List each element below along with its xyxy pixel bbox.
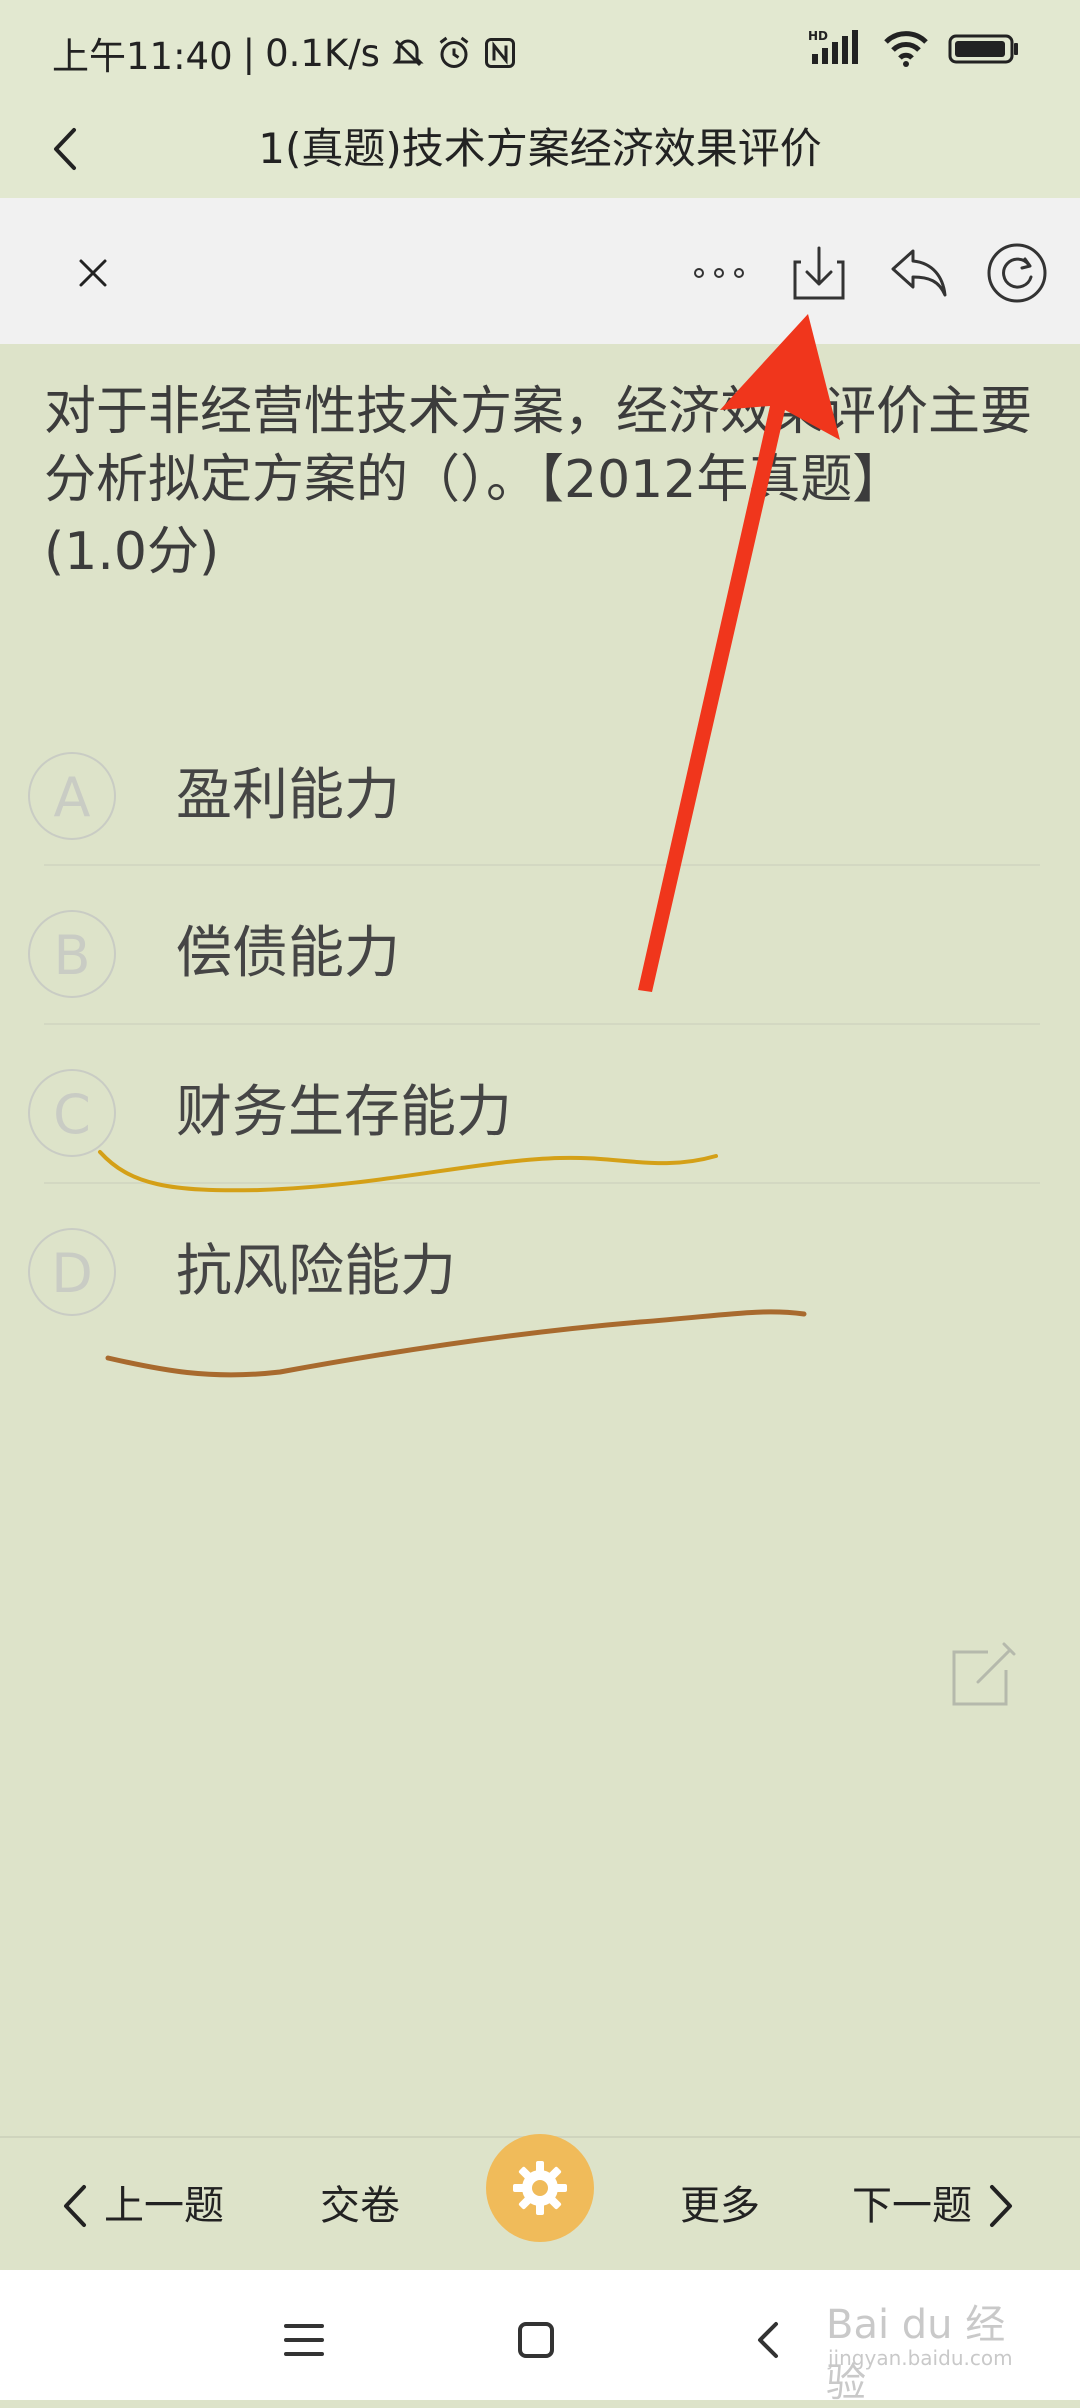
watermark-subtext: jingyan.baidu.com [828,2346,1013,2370]
download-button[interactable] [784,238,854,308]
nfc-icon [484,38,515,68]
status-bar: 上午11:40 | 0.1K/s HD [0,0,1080,100]
prev-question-button[interactable]: 上一题 [60,2178,224,2234]
option-a[interactable]: A 盈利能力 [28,706,1040,864]
option-letter-circle: A [28,752,116,840]
status-separator: | [242,31,256,75]
status-left: 上午11:40 | 0.1K/s [52,26,518,80]
option-b[interactable]: B 偿债能力 [28,864,1040,1022]
action-toolbar [0,198,1080,344]
note-button[interactable] [948,1640,1018,1710]
home-square-icon [518,2322,554,2358]
alarm-icon [439,36,469,68]
chevron-right-icon [990,2185,1012,2227]
bottom-action-bar: 上一题 交卷 更多 下一题 [0,2134,1080,2272]
refresh-icon [987,243,1047,303]
option-d[interactable]: D 抗风险能力 [28,1182,1040,1340]
page-title: 1(真题)技术方案经济效果评价 [258,124,822,173]
battery-icon [948,34,1018,64]
status-right: HD [808,28,1020,68]
settings-button[interactable] [486,2134,594,2242]
system-back-button[interactable] [740,2310,800,2370]
submit-exam-label: 交卷 [320,2183,400,2229]
question-text-block: 对于非经营性技术方案，经济效果评价主要分析拟定方案的（）。【2012年真题】 (… [44,378,1044,586]
option-text: 抗风险能力 [176,1239,456,1304]
option-text: 财务生存能力 [176,1080,512,1145]
download-icon [793,246,845,300]
chevron-left-icon [64,2185,86,2227]
next-question-button[interactable]: 下一题 [852,2178,1016,2234]
option-c[interactable]: C 财务生存能力 [28,1023,1040,1181]
baidu-watermark: Bai du 经验 jingyan.baidu.com [826,2272,1026,2406]
option-letter-circle: D [28,1228,116,1316]
hd-signal-icon: HD [808,29,858,64]
option-text: 偿债能力 [176,921,400,986]
close-button[interactable] [58,238,128,308]
option-letter-circle: C [28,1069,116,1157]
home-button[interactable] [506,2310,566,2370]
option-text: 盈利能力 [176,763,400,828]
gear-icon [513,2161,567,2215]
menu-icon [284,2324,324,2356]
close-icon [79,259,107,287]
share-button[interactable] [884,238,954,308]
more-options-button[interactable] [684,238,754,308]
prev-question-label: 上一题 [104,2183,224,2229]
title-bar: 1(真题)技术方案经济效果评价 [0,100,1080,198]
question-text: 对于非经营性技术方案，经济效果评价主要分析拟定方案的（）。【2012年真题】 [44,382,1033,510]
question-score: (1.0分) [44,522,220,582]
option-letter-circle: B [28,910,116,998]
back-arrow-icon [758,2322,778,2358]
status-time: 上午11:40 [52,35,233,78]
refresh-button[interactable] [982,238,1052,308]
status-network-speed: 0.1K/s [265,31,380,75]
edit-note-icon [952,1642,1016,1706]
mute-bell-icon [392,39,424,67]
more-icon [694,268,744,278]
submit-exam-button[interactable]: 交卷 [320,2178,400,2234]
recent-apps-button[interactable] [274,2310,334,2370]
svg-text:HD: HD [808,29,828,43]
next-question-label: 下一题 [852,2183,972,2229]
share-icon [891,249,947,297]
wifi-icon [884,31,928,67]
more-button[interactable]: 更多 [680,2178,760,2234]
more-label: 更多 [680,2183,760,2229]
